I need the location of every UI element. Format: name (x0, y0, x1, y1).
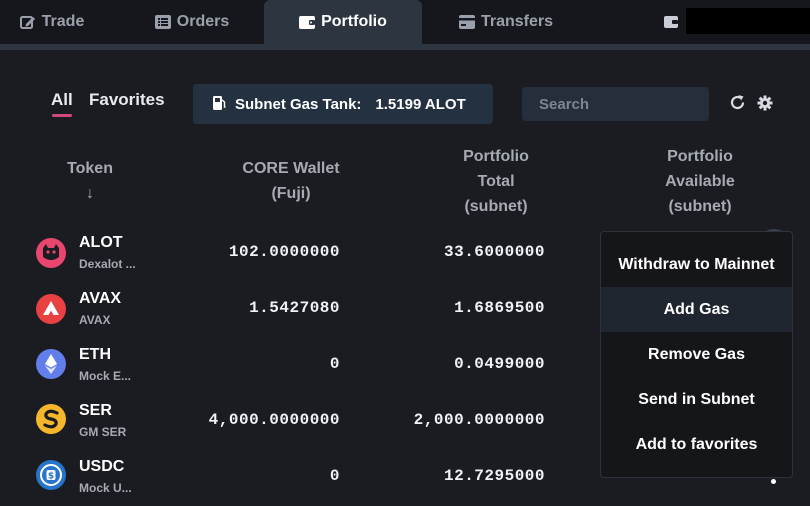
core-wallet-balance: 1.5427080 (249, 299, 340, 317)
col-token-header[interactable]: Token ↓ (50, 156, 130, 206)
filter-all[interactable]: All (51, 90, 73, 110)
portfolio-total-balance: 33.6000000 (443, 243, 545, 261)
token-symbol: SER (79, 402, 112, 419)
col-core-wallet-label-2: (Fuji) (271, 185, 311, 202)
account-wallet-icon[interactable] (664, 15, 678, 33)
nav-divider (0, 44, 810, 50)
col-avail-label-3: (subnet) (668, 198, 732, 215)
core-wallet-balance: 102.0000000 (228, 243, 340, 261)
col-portfolio-total-header[interactable]: Portfolio Total (subnet) (436, 144, 556, 219)
filter-all-underline (52, 114, 72, 117)
subnet-gas-tank: Subnet Gas Tank: 1.5199 ALOT (193, 84, 493, 124)
tab-transfers[interactable]: Transfers (448, 0, 564, 44)
col-token-label: Token (67, 160, 113, 177)
tab-orders[interactable]: Orders (132, 0, 252, 44)
sort-down-arrow-icon: ↓ (86, 185, 94, 202)
token-symbol: ALOT (79, 234, 123, 251)
tab-portfolio[interactable]: Portfolio (264, 0, 422, 44)
refresh-icon[interactable] (729, 94, 746, 116)
table-row[interactable]: ETH Mock E... 0 0.0499000 (0, 338, 600, 394)
token-name: Dexalot ... (79, 257, 136, 271)
tab-trade-label: Trade (41, 13, 85, 30)
token-name: Mock E... (79, 369, 132, 383)
menu-item-remove-gas[interactable]: Remove Gas (601, 332, 792, 377)
gas-tank-value: 1.5199 ALOT (375, 95, 466, 113)
portfolio-total-balance: 1.6869500 (454, 299, 545, 317)
edit-icon (19, 14, 36, 30)
col-portfolio-available-header[interactable]: Portfolio Available (subnet) (640, 144, 760, 219)
menu-item-add-to-favorites[interactable]: Add to favorites (601, 422, 792, 467)
transfer-icon (458, 15, 475, 29)
gas-tank-label: Subnet Gas Tank: (235, 95, 362, 113)
core-wallet-balance: 0 (329, 355, 340, 373)
menu-item-withdraw-to-mainnet[interactable]: Withdraw to Mainnet (601, 242, 792, 287)
col-core-wallet-header[interactable]: CORE Wallet (Fuji) (221, 156, 361, 206)
col-core-wallet-label-1: CORE Wallet (242, 160, 340, 177)
token-symbol: USDC (79, 458, 125, 475)
top-navigation: Trade Orders Portfolio Transfers (0, 0, 810, 44)
wallet-icon (299, 15, 316, 29)
table-row[interactable]: AVAX AVAX 1.5427080 1.6869500 (0, 282, 600, 338)
col-total-label-2: Total (477, 173, 515, 190)
tab-trade[interactable]: Trade (0, 0, 104, 44)
tab-transfers-label: Transfers (480, 13, 554, 30)
table-row[interactable]: $ USDC Mock U... 0 12.7295000 (0, 450, 600, 506)
token-name: GM SER (79, 425, 127, 439)
table-row[interactable]: ALOT Dexalot ... 102.0000000 33.6000000 (0, 226, 600, 282)
gas-pump-icon (213, 95, 226, 114)
core-wallet-balance: 0 (329, 467, 340, 485)
portfolio-total-balance: 12.7295000 (443, 467, 545, 485)
tab-portfolio-label: Portfolio (321, 13, 387, 30)
portfolio-total-balance: 2,000.0000000 (413, 411, 545, 429)
wallet-address-redacted[interactable] (686, 8, 810, 34)
more-actions-dot-icon[interactable] (771, 479, 776, 484)
menu-item-add-gas[interactable]: Add Gas (601, 287, 792, 332)
token-symbol: ETH (79, 346, 111, 363)
token-name: AVAX (79, 313, 111, 327)
token-name: Mock U... (79, 481, 132, 495)
eth-token-icon (36, 349, 66, 379)
svg-text:$: $ (48, 472, 54, 482)
alot-token-icon (36, 238, 66, 268)
col-avail-label-1: Portfolio (667, 148, 733, 165)
list-icon (154, 15, 171, 29)
usdc-token-icon: $ (36, 460, 66, 490)
gear-icon[interactable] (757, 95, 773, 116)
token-symbol: AVAX (79, 290, 122, 307)
avax-token-icon (36, 294, 66, 324)
col-total-label-1: Portfolio (463, 148, 529, 165)
col-avail-label-2: Available (665, 173, 735, 190)
tab-orders-label: Orders (176, 13, 230, 30)
ser-token-icon (36, 404, 66, 434)
col-total-label-3: (subnet) (464, 198, 528, 215)
core-wallet-balance: 4,000.0000000 (208, 411, 340, 429)
portfolio-total-balance: 0.0499000 (454, 355, 545, 373)
token-actions-menu: Withdraw to Mainnet Add Gas Remove Gas S… (600, 231, 793, 478)
table-row[interactable]: SER GM SER 4,000.0000000 2,000.0000000 (0, 394, 600, 450)
filter-favorites[interactable]: Favorites (89, 90, 165, 110)
menu-item-send-in-subnet[interactable]: Send in Subnet (601, 377, 792, 422)
search-input[interactable] (522, 87, 709, 121)
